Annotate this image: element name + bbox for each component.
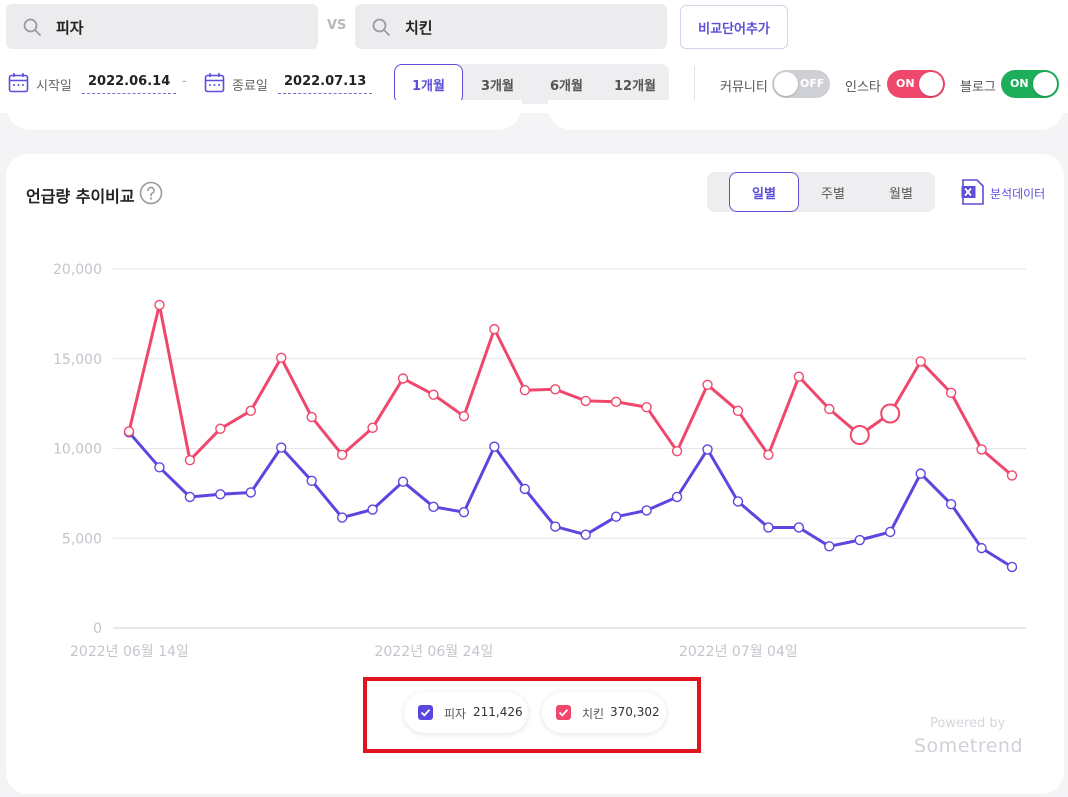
data-point <box>885 526 896 538</box>
legend-name: 치킨 <box>582 707 605 721</box>
data-point <box>397 476 409 487</box>
data-point <box>550 521 561 532</box>
data-point <box>976 542 987 554</box>
data-point <box>702 379 713 390</box>
powered-by-label: Powered by <box>930 716 1006 731</box>
data-point <box>1006 561 1018 573</box>
y-tick-label: 10,000 <box>53 442 102 458</box>
data-point <box>336 512 348 523</box>
data-point <box>824 541 835 552</box>
data-point <box>245 487 256 498</box>
data-point <box>849 425 870 446</box>
data-point <box>184 454 196 466</box>
data-point <box>154 299 165 311</box>
data-point <box>763 449 774 460</box>
data-point <box>671 491 683 503</box>
data-point <box>367 422 378 434</box>
legend-item-chicken[interactable]: 치킨 370,302 <box>542 692 666 733</box>
data-point <box>336 449 348 460</box>
data-point <box>489 323 500 335</box>
data-point <box>458 410 470 422</box>
data-point <box>215 423 226 434</box>
data-point <box>397 373 409 384</box>
data-point <box>732 496 744 507</box>
data-point <box>671 445 683 457</box>
data-point <box>306 475 317 487</box>
data-point <box>245 405 256 417</box>
data-point <box>580 395 591 407</box>
data-point <box>641 402 652 413</box>
checkbox-icon[interactable] <box>556 705 571 720</box>
data-point <box>428 389 439 400</box>
data-point <box>976 444 987 455</box>
data-point <box>215 489 226 500</box>
x-tick-label: 2022년 06월 24일 <box>374 644 493 660</box>
data-point <box>610 396 622 408</box>
data-point <box>428 501 439 513</box>
y-tick-label: 15,000 <box>53 352 102 368</box>
data-point <box>824 403 835 415</box>
chart-series <box>127 303 1013 569</box>
data-point <box>732 405 744 417</box>
x-tick-label: 2022년 07월 04일 <box>679 644 798 660</box>
data-point <box>610 511 622 522</box>
data-point <box>519 483 531 495</box>
data-point <box>154 462 165 473</box>
y-tick-label: 5,000 <box>62 531 102 547</box>
x-tick-label: 2022년 06월 14일 <box>70 644 189 660</box>
data-point <box>276 352 287 364</box>
data-point <box>880 403 901 424</box>
data-point <box>793 371 805 382</box>
y-tick-label: 20,000 <box>53 262 102 278</box>
y-axis-labels: 0 5,000 10,000 15,000 20,000 <box>53 262 102 637</box>
data-point <box>641 505 652 516</box>
data-point <box>367 504 378 515</box>
chart-grid <box>113 268 1026 629</box>
series-line-0 <box>127 431 1013 569</box>
data-point <box>945 387 957 399</box>
data-point <box>550 384 561 395</box>
legend-item-pizza[interactable]: 피자 211,426 <box>404 692 528 733</box>
series-line-1 <box>127 303 1013 477</box>
data-point <box>458 507 470 518</box>
data-point <box>763 522 774 533</box>
data-point <box>1006 470 1018 481</box>
data-point <box>945 498 957 510</box>
data-point <box>184 491 196 503</box>
data-point <box>915 468 926 479</box>
data-point <box>915 356 926 367</box>
data-point <box>306 411 317 423</box>
y-tick-label: 0 <box>93 621 102 637</box>
data-point <box>580 529 591 540</box>
data-point <box>489 441 500 452</box>
data-point <box>519 384 531 396</box>
data-point <box>702 444 713 455</box>
data-point <box>793 522 805 533</box>
legend-name: 피자 <box>444 707 467 721</box>
brand-logo: Sometrend <box>914 735 1024 757</box>
legend-total: 211,426 <box>473 705 523 719</box>
legend-total: 370,302 <box>610 705 660 719</box>
checkbox-icon[interactable] <box>418 705 433 720</box>
data-point <box>276 442 287 453</box>
x-axis-labels: 2022년 06월 14일 2022년 06월 24일 2022년 07월 04일 <box>70 644 798 660</box>
data-point <box>854 534 865 546</box>
data-point <box>123 426 135 437</box>
